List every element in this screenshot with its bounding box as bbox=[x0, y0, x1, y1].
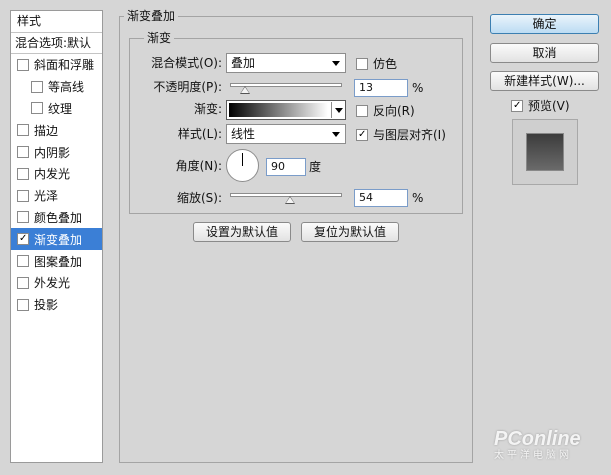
watermark-subtext: 太平洋电脑网 bbox=[494, 450, 572, 461]
angle-label: 角度(N): bbox=[175, 159, 222, 173]
style-item-label: 投影 bbox=[34, 298, 59, 313]
angle-value: 90 bbox=[271, 160, 285, 173]
preview-swatch bbox=[527, 134, 563, 170]
style-list-header[interactable]: 样式 bbox=[11, 11, 102, 33]
dither-label: 仿色 bbox=[373, 57, 398, 71]
angle-dial-needle bbox=[242, 153, 243, 166]
style-item-checkbox[interactable] bbox=[17, 298, 29, 311]
gradient-dropdown-button[interactable] bbox=[331, 102, 345, 118]
watermark-logo: PConline 太平洋电脑网 bbox=[494, 428, 606, 468]
reverse-checkbox-box bbox=[356, 105, 368, 117]
cancel-button[interactable]: 取消 bbox=[490, 43, 599, 63]
style-item-checkbox[interactable] bbox=[17, 189, 29, 202]
opacity-slider[interactable] bbox=[230, 80, 342, 94]
reset-default-button[interactable]: 复位为默认值 bbox=[301, 222, 399, 242]
style-list-item[interactable]: 光泽 bbox=[11, 185, 102, 207]
style-item-label: 内发光 bbox=[34, 167, 71, 182]
angle-unit: 度 bbox=[309, 160, 322, 174]
chevron-down-icon bbox=[332, 132, 340, 137]
style-dropdown[interactable]: 线性 bbox=[226, 124, 346, 144]
chevron-down-icon bbox=[335, 108, 343, 113]
gradient-preview-swatch[interactable] bbox=[229, 103, 328, 117]
style-item-label: 等高线 bbox=[48, 80, 85, 95]
style-list-item[interactable]: 内阴影 bbox=[11, 141, 102, 163]
scale-label: 缩放(S): bbox=[176, 191, 222, 205]
style-list-item[interactable]: 等高线 bbox=[11, 76, 102, 98]
dither-checkbox[interactable]: 仿色 bbox=[356, 55, 397, 73]
style-item-label: 光泽 bbox=[34, 189, 59, 204]
style-item-checkbox[interactable] bbox=[17, 276, 29, 289]
style-item-label: 图案叠加 bbox=[34, 254, 83, 269]
scale-value: 54 bbox=[359, 191, 373, 204]
style-list-item[interactable]: 斜面和浮雕 bbox=[11, 54, 102, 76]
opacity-slider-thumb[interactable] bbox=[239, 86, 250, 94]
style-list-item[interactable]: 颜色叠加 bbox=[11, 207, 102, 229]
style-label: 样式(L): bbox=[177, 127, 222, 141]
blend-mode-value: 叠加 bbox=[231, 56, 256, 70]
ok-button[interactable]: 确定 bbox=[490, 14, 599, 34]
gradient-group-title: 渐变 bbox=[144, 31, 175, 45]
style-list-panel: 样式 混合选项:默认 斜面和浮雕等高线纹理描边内阴影内发光光泽颜色叠加渐变叠加图… bbox=[10, 10, 103, 463]
angle-input[interactable]: 90 bbox=[266, 158, 306, 176]
style-list-item[interactable]: 内发光 bbox=[11, 163, 102, 185]
style-list-item[interactable]: 外发光 bbox=[11, 272, 102, 294]
gradient-overlay-title: 渐变叠加 bbox=[124, 9, 179, 23]
style-item-checkbox[interactable] bbox=[31, 102, 43, 115]
set-default-button[interactable]: 设置为默认值 bbox=[193, 222, 291, 242]
style-item-checkbox[interactable] bbox=[17, 255, 29, 268]
scale-slider-thumb[interactable] bbox=[285, 196, 296, 204]
style-list-item[interactable]: 描边 bbox=[11, 119, 102, 141]
style-item-label: 渐变叠加 bbox=[34, 232, 83, 247]
angle-dial[interactable] bbox=[226, 149, 259, 182]
preview-thumbnail bbox=[512, 119, 578, 185]
style-list-item[interactable]: 纹理 bbox=[11, 98, 102, 120]
preview-checkbox[interactable]: 预览(V) bbox=[511, 97, 570, 115]
preview-label: 预览(V) bbox=[528, 99, 570, 113]
style-item-checkbox[interactable] bbox=[31, 80, 43, 93]
watermark-text: PConline bbox=[494, 428, 581, 450]
style-list-item[interactable]: 图案叠加 bbox=[11, 250, 102, 272]
style-item-checkbox[interactable] bbox=[17, 233, 29, 246]
opacity-unit: % bbox=[412, 81, 424, 95]
align-label: 与图层对齐(I) bbox=[373, 128, 446, 142]
style-item-label: 描边 bbox=[34, 123, 59, 138]
new-style-button[interactable]: 新建样式(W)... bbox=[490, 71, 599, 91]
align-with-layer-checkbox[interactable]: 与图层对齐(I) bbox=[356, 126, 446, 144]
dither-checkbox-box bbox=[356, 58, 368, 70]
blend-options-item[interactable]: 混合选项:默认 bbox=[11, 33, 102, 54]
align-checkbox-box bbox=[356, 129, 368, 141]
style-item-checkbox[interactable] bbox=[17, 124, 29, 137]
style-item-checkbox[interactable] bbox=[17, 146, 29, 159]
preview-checkbox-box bbox=[511, 100, 523, 112]
reverse-label: 反向(R) bbox=[373, 104, 415, 118]
style-item-checkbox[interactable] bbox=[17, 58, 29, 71]
style-item-label: 斜面和浮雕 bbox=[34, 58, 95, 73]
blend-mode-label: 混合模式(O): bbox=[151, 56, 222, 70]
style-item-checkbox[interactable] bbox=[17, 211, 29, 224]
scale-input[interactable]: 54 bbox=[354, 189, 408, 207]
gradient-label: 渐变: bbox=[193, 102, 222, 116]
style-item-checkbox[interactable] bbox=[17, 167, 29, 180]
reverse-checkbox[interactable]: 反向(R) bbox=[356, 102, 415, 120]
opacity-input[interactable]: 13 bbox=[354, 79, 408, 97]
style-value: 线性 bbox=[231, 127, 256, 141]
style-item-label: 颜色叠加 bbox=[34, 210, 83, 225]
style-item-label: 纹理 bbox=[48, 101, 73, 116]
style-list-item[interactable]: 渐变叠加 bbox=[11, 228, 102, 251]
gradient-picker[interactable] bbox=[226, 100, 346, 120]
style-item-label: 外发光 bbox=[34, 276, 71, 291]
opacity-value: 13 bbox=[359, 81, 373, 94]
blend-mode-dropdown[interactable]: 叠加 bbox=[226, 53, 346, 73]
scale-slider[interactable] bbox=[230, 190, 342, 204]
scale-unit: % bbox=[412, 191, 424, 205]
chevron-down-icon bbox=[332, 61, 340, 66]
style-item-label: 内阴影 bbox=[34, 145, 71, 160]
opacity-label: 不透明度(P): bbox=[153, 80, 222, 94]
style-list-item[interactable]: 投影 bbox=[11, 294, 102, 316]
